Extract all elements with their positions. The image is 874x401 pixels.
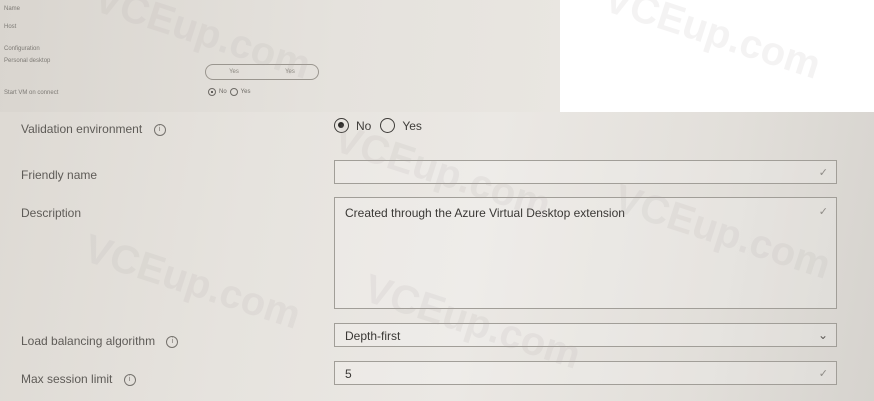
start-vm-radio-yes[interactable] [229,88,238,96]
validation-environment-row: Validation environment i [21,122,166,136]
max-session-label: Max session limit [21,372,113,386]
load-balancing-dropdown[interactable]: Depth-first ⌄ [334,323,837,347]
validation-environment-radio-group[interactable]: No Yes [334,118,431,133]
info-icon[interactable]: i [153,123,166,136]
info-icon[interactable]: i [123,373,136,386]
description-label: Description [21,206,82,220]
host-label: Host [4,24,17,30]
max-session-value: 5 [345,367,352,381]
start-vm-no-label: No [219,89,227,95]
chevron-down-icon[interactable]: ⌄ [818,328,828,342]
checkmark-icon: ✓ [818,167,828,179]
friendly-name-field[interactable]: ✓ [334,160,837,184]
name-label: Name [4,6,21,12]
toggle-option-right[interactable]: Yes [262,65,318,79]
checkmark-icon: ✓ [818,206,828,218]
start-vm-radio-group[interactable]: No Yes [208,88,250,96]
top-inset-panel: Name Host Configuration Personal desktop… [0,0,560,112]
checkmark-icon: ✓ [818,368,828,380]
load-balancing-value: Depth-first [345,329,401,343]
validation-radio-no[interactable] [334,118,349,133]
max-session-row: Max session limit i [21,372,136,386]
personal-desktop-toggle[interactable]: Yes Yes [205,64,319,80]
info-icon[interactable]: i [166,335,179,348]
description-value: Created through the Azure Virtual Deskto… [345,206,625,220]
load-balancing-label: Load balancing algorithm [21,334,156,348]
validation-yes-label: Yes [402,118,422,133]
blank-area [560,0,874,112]
description-textarea[interactable]: Created through the Azure Virtual Deskto… [334,197,837,309]
validation-no-label: No [356,118,372,133]
personal-desktop-label: Personal desktop [4,58,51,64]
configuration-label: Configuration [4,46,40,52]
validation-environment-label: Validation environment [21,122,143,136]
load-balancing-row: Load balancing algorithm i [21,334,179,348]
validation-radio-yes[interactable] [380,118,396,133]
start-vm-label: Start VM on connect [4,90,59,96]
friendly-name-label: Friendly name [21,168,98,182]
start-vm-yes-label: Yes [240,89,251,95]
start-vm-radio-no[interactable] [208,88,216,96]
toggle-option-left[interactable]: Yes [206,65,262,79]
max-session-field[interactable]: 5 ✓ [334,361,837,385]
